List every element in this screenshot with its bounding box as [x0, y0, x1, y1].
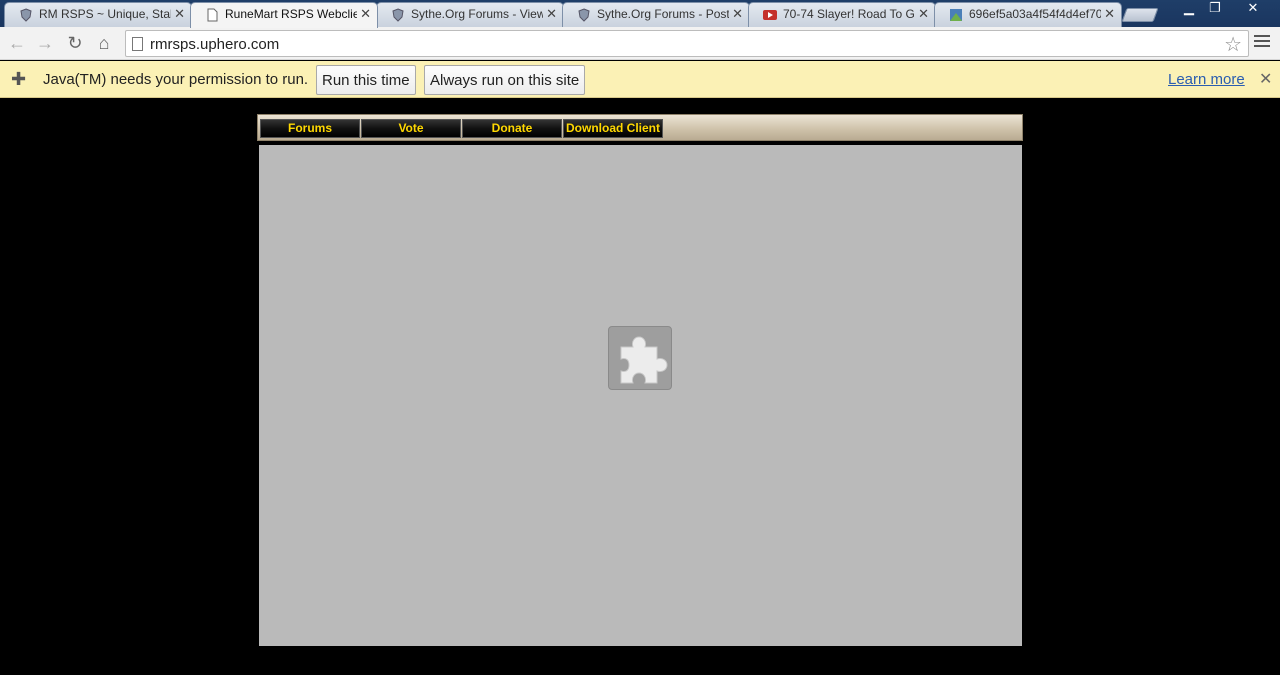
site-nav-bar: Forums Vote Donate Download Client: [257, 114, 1023, 141]
address-bar[interactable]: ☆: [125, 30, 1249, 57]
run-this-time-button[interactable]: Run this time: [316, 65, 416, 95]
nav-forums-link[interactable]: Forums: [260, 119, 360, 138]
close-icon[interactable]: ✕: [732, 3, 743, 25]
close-icon[interactable]: ✕: [918, 3, 929, 25]
home-icon[interactable]: ⌂: [93, 33, 115, 55]
browser-toolbar: ← → ↻ ⌂ ☆: [0, 27, 1280, 60]
tab-strip: RM RSPS ~ Unique, Stabl ✕ RuneMart RSPS …: [0, 0, 1280, 28]
tab-title: Sythe.Org Forums - View: [411, 7, 543, 21]
nav-vote-link[interactable]: Vote: [361, 119, 461, 138]
image-icon: [950, 9, 962, 21]
tab-image[interactable]: 696ef5a03a4f54f4d4ef70fc ✕: [934, 2, 1122, 27]
tab-title: Sythe.Org Forums - Post: [597, 7, 729, 21]
new-tab-button[interactable]: [1121, 8, 1159, 22]
window-close-icon[interactable]: ✕: [1236, 0, 1270, 18]
tab-sythe-post[interactable]: Sythe.Org Forums - Post ✕: [562, 2, 750, 27]
reload-icon[interactable]: ↻: [64, 33, 86, 55]
menu-icon[interactable]: [1254, 35, 1270, 51]
infobar-message: Java(TM) needs your permission to run.: [43, 71, 309, 88]
nav-download-client-link[interactable]: Download Client: [563, 119, 663, 138]
tab-runemart-webclient[interactable]: RuneMart RSPS Webclien ✕: [190, 2, 378, 28]
always-run-button[interactable]: Always run on this site: [424, 65, 586, 95]
restore-icon[interactable]: ❐: [1202, 0, 1228, 18]
youtube-icon: [763, 10, 777, 20]
url-input[interactable]: [150, 34, 1210, 54]
tab-title: RM RSPS ~ Unique, Stabl: [39, 7, 171, 21]
bookmark-star-icon[interactable]: ☆: [1224, 32, 1242, 57]
back-arrow-icon[interactable]: ←: [6, 33, 28, 55]
shield-icon: [20, 8, 32, 22]
close-icon[interactable]: ✕: [360, 3, 371, 25]
close-icon[interactable]: ✕: [546, 3, 557, 25]
page-icon: [132, 37, 143, 51]
close-icon[interactable]: ✕: [174, 3, 185, 25]
plugin-infobar: ✚ Java(TM) needs your permission to run.…: [0, 61, 1280, 98]
tab-title: RuneMart RSPS Webclien: [225, 7, 357, 21]
shield-icon: [578, 8, 590, 22]
close-icon[interactable]: ✕: [1259, 69, 1272, 89]
tab-sythe-view[interactable]: Sythe.Org Forums - View ✕: [376, 2, 564, 27]
tab-youtube-slayer[interactable]: 70-74 Slayer! Road To Ga ✕: [748, 2, 936, 27]
tab-title: 70-74 Slayer! Road To Ga: [783, 7, 915, 21]
puzzle-piece-icon: [620, 336, 668, 384]
shield-icon: [392, 8, 404, 22]
nav-donate-link[interactable]: Donate: [462, 119, 562, 138]
minimize-icon[interactable]: ▁: [1176, 0, 1202, 18]
forward-arrow-icon[interactable]: →: [34, 33, 56, 55]
learn-more-link[interactable]: Learn more: [1168, 71, 1245, 88]
tab-rm-rsps[interactable]: RM RSPS ~ Unique, Stabl ✕: [4, 2, 192, 27]
plugin-placeholder-icon[interactable]: [608, 326, 672, 390]
close-icon[interactable]: ✕: [1104, 3, 1115, 25]
puzzle-piece-icon: ✚: [11, 69, 27, 89]
page-icon: [207, 8, 218, 22]
java-applet-placeholder[interactable]: [259, 145, 1022, 646]
tab-title: 696ef5a03a4f54f4d4ef70fc: [969, 7, 1101, 21]
web-page: Forums Vote Donate Download Client: [0, 98, 1280, 675]
